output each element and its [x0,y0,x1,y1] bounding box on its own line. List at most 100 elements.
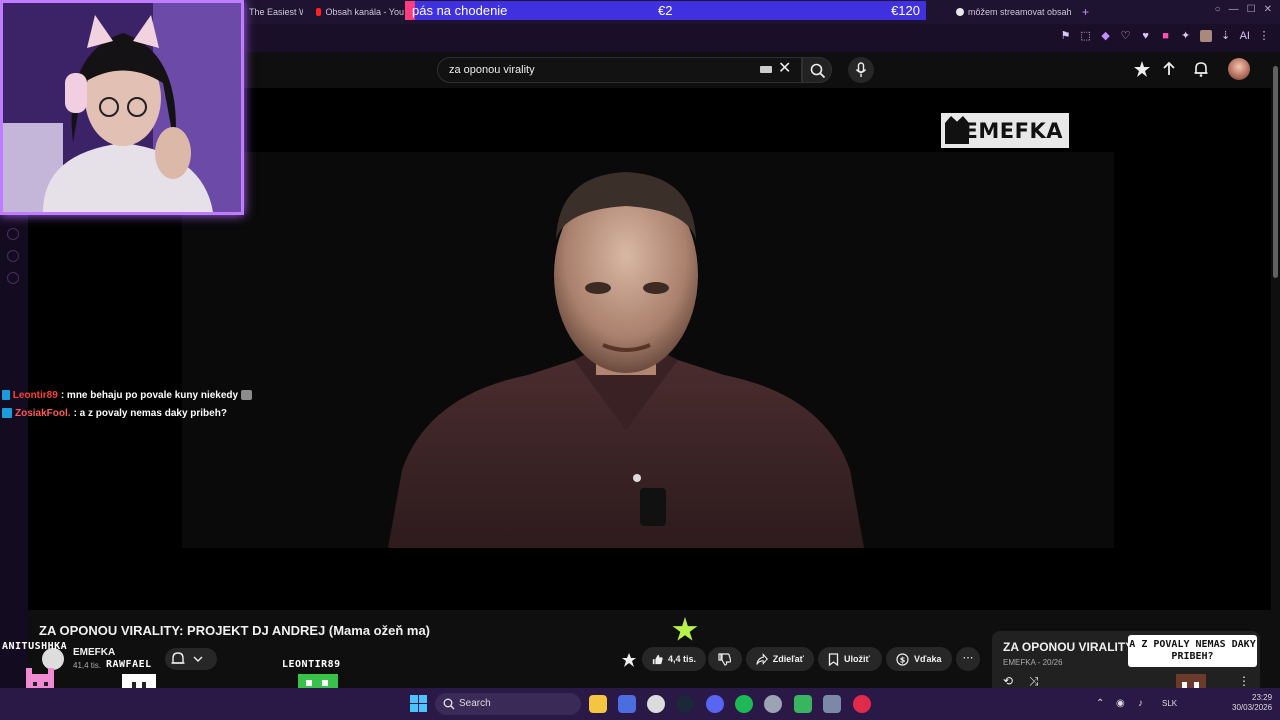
clock[interactable]: 23:29 30/03/2026 [1232,693,1272,713]
webcam-streamer-figure [3,3,241,212]
heart-outline-icon[interactable]: ♡ [1120,30,1132,42]
chat-text: : mne behaju po povale kuny niekedy [60,389,239,401]
streamer-webcam [0,0,244,215]
chat-username: Leontir89 [12,389,58,401]
clock-date: 30/03/2026 [1232,703,1273,712]
search-tabs-icon[interactable]: ○ [1215,4,1221,15]
pixel-avatar-name: RAWFAEL [106,659,152,670]
steam-icon[interactable] [676,695,694,713]
profile-avatar[interactable] [1199,30,1212,42]
video-speaker [388,172,864,548]
screenshot-icon[interactable]: ⬚ [1080,30,1092,42]
stream-chat: Leontir89 : mne behaju po povale kuny ni… [2,386,252,422]
app-icon[interactable] [823,695,841,713]
taskbar-search[interactable]: Search [435,693,581,715]
page-scrollbar[interactable] [1271,52,1280,688]
chat-message: Leontir89 : mne behaju po povale kuny ni… [2,386,252,404]
tab-label: môžem streamovat obsah [968,7,1072,17]
watermark-text: EMEFKA [963,118,1063,143]
shield-icon[interactable]: ◆ [1100,30,1112,42]
clock-time: 23:29 [1252,693,1273,702]
spotify-icon[interactable] [735,695,753,713]
clear-search-icon[interactable]: ✕ [778,60,791,78]
taskbar-search-placeholder: Search [459,698,491,709]
ai-icon[interactable]: AI [1240,30,1250,42]
settings-icon[interactable] [7,272,19,284]
upload-icon[interactable] [1160,60,1178,78]
channel-watermark: EMEFKA [941,113,1069,148]
settings-icon[interactable] [764,695,782,713]
tab-label: Obsah kanála - You [325,7,404,17]
svg-text:$: $ [900,655,906,664]
screen: The Easiest W Obsah kanála - You pás na … [0,0,1280,720]
donation-goal-bar: pás na chodenie €2 €120 [405,1,926,20]
youtube-icon [316,8,322,16]
thanks-button[interactable]: $ Vďaka [886,647,952,671]
share-button[interactable]: Zdieľať [746,647,814,671]
donation-current-amount: €2 [658,3,673,18]
subscribed-notifications-button[interactable] [165,648,217,670]
account-avatar[interactable] [1228,58,1250,80]
share-label: Zdieľať [772,654,804,664]
app-icon[interactable] [794,695,812,713]
thumbs-up-icon [652,654,663,664]
windows-taskbar [0,688,1280,720]
language-indicator[interactable]: SLK [1162,699,1177,708]
store-icon[interactable] [618,695,636,713]
menu-icon[interactable]: ⋮ [1258,30,1270,42]
chat-badge-icon [2,390,10,400]
history-icon[interactable] [7,228,19,240]
playlist-channel: EMEFKA [1003,658,1036,667]
tab-label: The Easiest W [249,7,303,17]
start-button[interactable] [410,695,427,712]
keyboard-icon[interactable] [760,66,772,73]
scrollbar-thumb[interactable] [1273,66,1278,278]
download-icon[interactable]: ⇣ [1220,30,1232,42]
search-icon [810,63,826,79]
dislike-button[interactable] [708,647,742,671]
file-explorer-icon[interactable] [589,695,607,713]
channel-name[interactable]: EMEFKA [73,647,115,658]
network-icon[interactable]: ◉ [1116,698,1125,709]
playlist-title[interactable]: ZA OPONOU VIRALITY [1003,640,1133,654]
search-input[interactable]: za oponou virality [437,57,802,83]
maximize-icon[interactable]: ☐ [1247,4,1256,15]
pin-icon[interactable]: ⚑ [1060,30,1072,42]
extension-puzzle-icon[interactable] [622,653,636,667]
microphone-icon [855,62,867,77]
pixel-avatar-name: LEONTIR89 [282,659,341,670]
show-hidden-icons[interactable]: ⌃ [1096,698,1104,709]
like-button[interactable]: 4,4 tis. [642,647,706,671]
subscriber-count: 41,4 tis. [73,661,102,670]
chat-username: ZosiakFool. [15,407,71,419]
playlist-menu-icon[interactable]: ⋮ [1238,674,1250,688]
browser-tab[interactable]: The Easiest W [249,4,303,20]
chrome-icon[interactable] [647,695,665,713]
pixel-avatar-name: ANITUSHHKA [2,641,68,652]
search-button[interactable] [802,57,832,83]
share-icon [756,652,768,665]
playlist-position: 20/26 [1042,658,1063,667]
twitch-icon[interactable]: ■ [1160,30,1172,42]
info-icon[interactable] [7,250,19,262]
notifications-icon[interactable] [1192,60,1210,78]
chat-badge-icon [2,408,12,418]
extension-icons: ⚑ ⬚ ◆ ♡ ♥ ■ ✦ ⇣ AI ⋮ [1060,30,1270,42]
heart-icon[interactable]: ♥ [1140,30,1152,42]
minimize-icon[interactable]: — [1229,4,1239,15]
opera-icon[interactable] [853,695,871,713]
puzzle-icon[interactable]: ✦ [1180,30,1192,42]
voice-search-button[interactable] [848,57,874,83]
shuffle-icon[interactable]: ⤨ [1029,674,1039,689]
discord-icon[interactable] [706,695,724,713]
create-icon[interactable] [1133,60,1151,78]
search-icon [443,698,455,710]
browser-tab[interactable]: Obsah kanála - You [316,4,404,20]
save-button[interactable]: Uložiť [818,647,882,671]
browser-tab[interactable]: môžem streamovat obsah [956,4,1074,20]
new-tab-button[interactable]: + [1082,4,1089,20]
loop-icon[interactable]: ⟲ [1003,674,1013,688]
close-window-icon[interactable]: ✕ [1264,4,1272,15]
more-actions-button[interactable]: ⋯ [956,647,980,671]
volume-icon[interactable]: ♪ [1138,698,1143,709]
